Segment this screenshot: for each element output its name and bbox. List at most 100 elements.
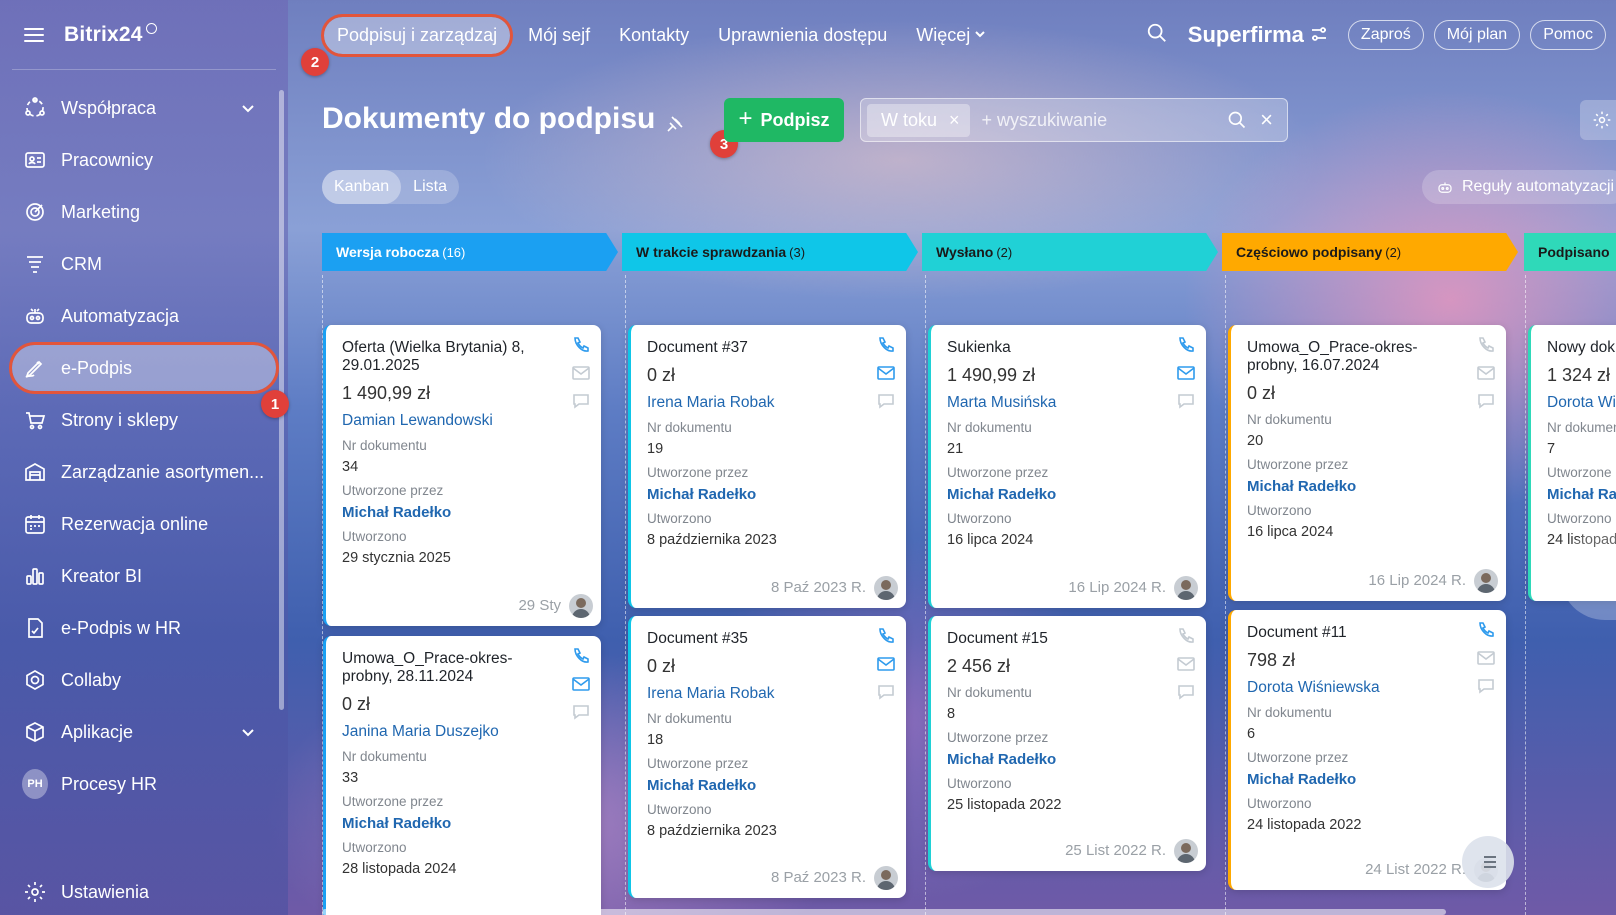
- card-title[interactable]: Umowa_O_Prace-okres-probny, 16.07.2024: [1247, 339, 1457, 375]
- chip-remove-icon[interactable]: ×: [949, 110, 960, 131]
- kanban-card[interactable]: Document #15 2 456 zł Nr dokumentu 8 Utw…: [928, 616, 1206, 871]
- card-title[interactable]: Sukienka: [947, 339, 1157, 357]
- card-title[interactable]: Document #11: [1247, 624, 1457, 642]
- sidebar-item-e-podpis[interactable]: e-Podpis: [9, 342, 279, 394]
- card-author[interactable]: Michał Radełko: [647, 486, 890, 503]
- card-contact[interactable]: Irena Maria Robak: [647, 685, 890, 703]
- help-button[interactable]: Pomoc: [1530, 20, 1606, 50]
- card-author[interactable]: Michał Radełko: [1247, 478, 1490, 495]
- kanban-card[interactable]: Document #11 798 zł Dorota Wiśniewska Nr…: [1228, 610, 1506, 890]
- chevron-down-icon[interactable]: [240, 100, 256, 121]
- sidebar-item-rezerwacja[interactable]: Rezerwacja online: [12, 501, 276, 547]
- avatar[interactable]: [874, 866, 898, 890]
- board-settings-button[interactable]: [1580, 100, 1616, 140]
- phone-icon[interactable]: [1176, 626, 1196, 646]
- chat-icon[interactable]: [1476, 676, 1496, 696]
- phone-icon[interactable]: [1176, 335, 1196, 355]
- tab-kontakty[interactable]: Kontakty: [619, 25, 689, 46]
- card-title[interactable]: Document #35: [647, 630, 857, 648]
- card-author[interactable]: Michał Radełko: [342, 815, 585, 832]
- sidebar-item-procesy-hr[interactable]: PH Procesy HR: [12, 761, 276, 807]
- avatar[interactable]: [569, 594, 593, 618]
- my-plan-button[interactable]: Mój plan: [1433, 20, 1521, 50]
- search-icon[interactable]: [1227, 110, 1247, 135]
- kanban-card[interactable]: Oferta (Wielka Brytania) 8, 29.01.2025 1…: [323, 325, 601, 626]
- card-author[interactable]: Michał Radełko: [342, 504, 585, 521]
- card-author[interactable]: Michał Radełko: [947, 486, 1190, 503]
- chat-icon[interactable]: [571, 702, 591, 722]
- tab-uprawnienia[interactable]: Uprawnienia dostępu: [718, 25, 887, 46]
- mail-icon[interactable]: [876, 363, 896, 383]
- sidebar-item-crm[interactable]: CRM: [12, 241, 276, 287]
- chat-icon[interactable]: [571, 391, 591, 411]
- sidebar-item-strony-i-sklepy[interactable]: Strony i sklepy: [12, 397, 276, 443]
- card-contact[interactable]: Damian Lewandowski: [342, 412, 585, 430]
- mail-icon[interactable]: [571, 674, 591, 694]
- clear-filter-icon[interactable]: ×: [1260, 107, 1273, 133]
- kanban-card[interactable]: Umowa_O_Prace-okres-probny, 16.07.2024 0…: [1228, 325, 1506, 601]
- kanban-card[interactable]: Document #37 0 zł Irena Maria Robak Nr d…: [628, 325, 906, 608]
- chat-icon[interactable]: [1476, 391, 1496, 411]
- search-icon[interactable]: [1146, 22, 1168, 49]
- avatar[interactable]: [1474, 569, 1498, 593]
- company-name[interactable]: Superfirma: [1188, 22, 1304, 48]
- card-contact[interactable]: Dorota Wiśniewska: [1247, 679, 1490, 697]
- column-header-sent[interactable]: Wysłano (2): [922, 233, 1218, 271]
- pin-icon[interactable]: [666, 115, 684, 138]
- avatar[interactable]: [1174, 839, 1198, 863]
- view-kanban[interactable]: Kanban: [322, 170, 402, 204]
- card-title[interactable]: Nowy dok: [1547, 339, 1616, 357]
- column-header-review[interactable]: W trakcie sprawdzania (3): [622, 233, 918, 271]
- mail-icon[interactable]: [1476, 363, 1496, 383]
- mail-icon[interactable]: [1476, 648, 1496, 668]
- tab-podpisuj[interactable]: Podpisuj i zarządzaj: [320, 13, 514, 57]
- card-author[interactable]: Michał Radełko: [647, 777, 890, 794]
- company-settings-icon[interactable]: [1304, 25, 1348, 46]
- avatar[interactable]: [1174, 576, 1198, 600]
- sidebar-item-automatyzacja[interactable]: Automatyzacja: [12, 293, 276, 339]
- sidebar-item-kreator-bi[interactable]: Kreator BI: [12, 553, 276, 599]
- mail-icon[interactable]: [876, 654, 896, 674]
- filter-search-bar[interactable]: W toku × + wyszukiwanie ×: [860, 98, 1288, 142]
- chat-icon[interactable]: [1176, 682, 1196, 702]
- card-title[interactable]: Document #15: [947, 630, 1157, 648]
- phone-icon[interactable]: [571, 335, 591, 355]
- card-contact[interactable]: Janina Maria Duszejko: [342, 723, 585, 741]
- card-contact[interactable]: Marta Musińska: [947, 394, 1190, 412]
- chat-icon[interactable]: [876, 391, 896, 411]
- automation-rules-button[interactable]: Reguły automatyzacji: [1422, 170, 1616, 204]
- mail-icon[interactable]: [1176, 363, 1196, 383]
- phone-icon[interactable]: [1476, 620, 1496, 640]
- phone-icon[interactable]: [571, 646, 591, 666]
- sidebar-item-pracownicy[interactable]: Pracownicy: [12, 137, 276, 183]
- app-logo[interactable]: Bitrix24: [64, 22, 157, 47]
- column-header-signed[interactable]: Podpisano: [1524, 233, 1616, 271]
- mail-icon[interactable]: [1176, 654, 1196, 674]
- sign-button[interactable]: + Podpisz: [724, 98, 844, 142]
- card-title[interactable]: Oferta (Wielka Brytania) 8, 29.01.2025: [342, 339, 552, 375]
- chevron-down-icon[interactable]: [240, 724, 256, 745]
- sidebar-item-marketing[interactable]: Marketing: [12, 189, 276, 235]
- card-author[interactable]: Michał Rad: [1547, 486, 1616, 503]
- mail-icon[interactable]: [571, 363, 591, 383]
- card-author[interactable]: Michał Radełko: [947, 751, 1190, 768]
- card-contact[interactable]: Dorota Wi: [1547, 394, 1616, 412]
- card-author[interactable]: Michał Radełko: [1247, 771, 1490, 788]
- chat-icon[interactable]: [1176, 391, 1196, 411]
- filter-chip[interactable]: W toku ×: [867, 103, 970, 137]
- column-header-draft[interactable]: Wersja robocza (16): [322, 233, 618, 271]
- chat-icon[interactable]: [876, 682, 896, 702]
- column-header-partially-signed[interactable]: Częściowo podpisany (2): [1222, 233, 1518, 271]
- kanban-card[interactable]: Document #35 0 zł Irena Maria Robak Nr d…: [628, 616, 906, 898]
- sidebar-item-collaby[interactable]: Collaby: [12, 657, 276, 703]
- search-input[interactable]: + wyszukiwanie: [982, 110, 1108, 131]
- phone-icon[interactable]: [876, 626, 896, 646]
- phone-icon[interactable]: [1476, 335, 1496, 355]
- tab-moj-sejf[interactable]: Mój sejf: [528, 25, 590, 46]
- card-title[interactable]: Document #37: [647, 339, 857, 357]
- card-contact[interactable]: Irena Maria Robak: [647, 394, 890, 412]
- kanban-card[interactable]: Sukienka 1 490,99 zł Marta Musińska Nr d…: [928, 325, 1206, 608]
- sidebar-item-e-podpis-hr[interactable]: e-Podpis w HR: [12, 605, 276, 651]
- kanban-card[interactable]: Umowa_O_Prace-okres-probny, 28.11.2024 0…: [323, 636, 601, 915]
- sidebar-item-wspolpraca[interactable]: Współpraca: [12, 85, 276, 131]
